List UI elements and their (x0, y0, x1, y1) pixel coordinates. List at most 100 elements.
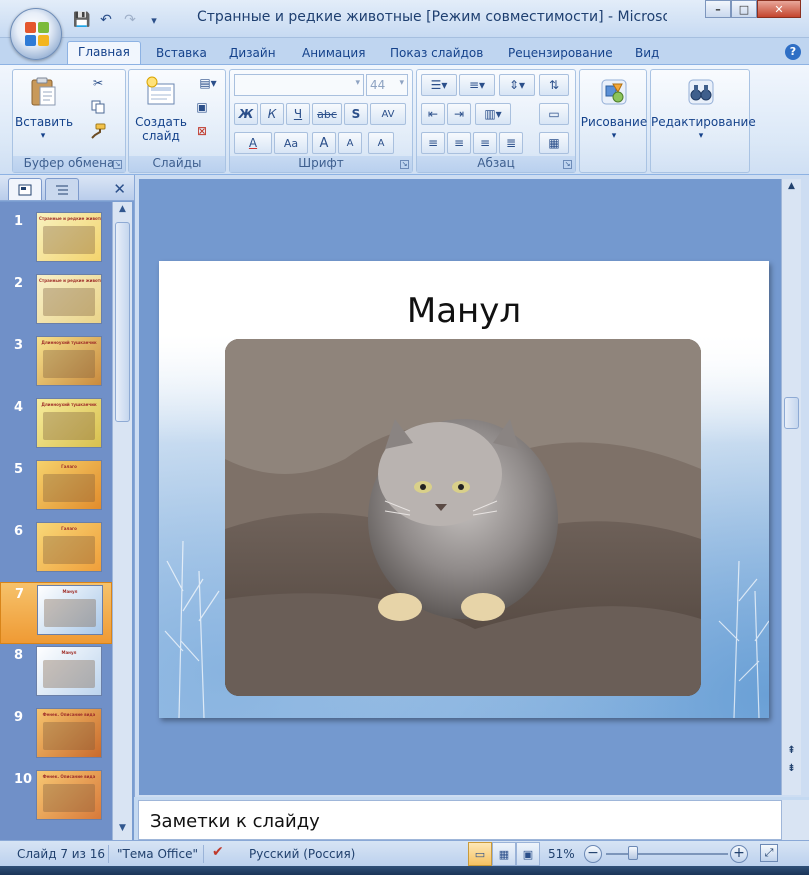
numbering-button[interactable]: ≡▾ (459, 74, 495, 96)
slide-thumbnail[interactable]: 8 Манул (0, 644, 112, 706)
normal-view-icon[interactable]: ▭ (468, 842, 492, 866)
drawing-button[interactable]: Рисование ▾ (580, 76, 648, 143)
font-launcher-icon[interactable]: ↘ (400, 160, 409, 169)
tab-view[interactable]: Вид (625, 43, 669, 64)
slide-thumbnail[interactable]: 3 Длинноухий тушканчик (0, 334, 112, 396)
cut-icon[interactable]: ✂ (89, 74, 107, 92)
slide-sorter-icon[interactable]: ▦ (492, 842, 516, 866)
bold-button[interactable]: Ж (234, 103, 258, 125)
tab-design[interactable]: Дизайн (219, 43, 286, 64)
fit-to-window-icon[interactable]: ⤢ (760, 844, 778, 862)
manul-photo[interactable] (225, 339, 701, 696)
thumbnail-body (43, 288, 95, 316)
clear-formatting-button[interactable]: A (368, 132, 394, 154)
scroll-up-icon[interactable]: ▲ (115, 204, 130, 219)
notes-pane[interactable]: Заметки к слайду (138, 800, 782, 840)
customize-qat-icon[interactable]: ▾ (144, 10, 164, 30)
zoom-slider-track[interactable] (606, 853, 728, 855)
theme-name[interactable]: "Тема Office" (117, 847, 198, 861)
slide-scrollbar[interactable]: ▲ ⇞ ⇟ (781, 179, 801, 795)
smartart-button[interactable]: ▦ (539, 132, 569, 154)
font-color-button[interactable]: A (234, 132, 272, 154)
ribbon: Вставить ▾ ✂ Буфер обмена ↘ Создать слай… (0, 64, 809, 175)
paragraph-group-label: Абзац (417, 156, 575, 172)
columns-button[interactable]: ▥▾ (475, 103, 511, 125)
outline-tab-icon[interactable] (45, 178, 79, 200)
slide-thumbnail[interactable]: 7 Манул (0, 582, 112, 644)
editing-button[interactable]: Редактирование ▾ (651, 76, 756, 143)
maximize-button[interactable]: □ (731, 0, 757, 18)
underline-button[interactable]: Ч (286, 103, 310, 125)
slide-thumbnail[interactable]: 5 Галаго (0, 458, 112, 520)
thumbnail-body (43, 784, 95, 812)
slide-title[interactable]: Манул (159, 291, 769, 331)
new-slide-icon (146, 76, 175, 105)
slide-thumbnail[interactable]: 10 Фенек. Описание вида (0, 768, 112, 830)
zoom-out-button[interactable]: − (584, 845, 602, 863)
text-direction-button[interactable]: ⇅ (539, 74, 569, 96)
align-left-button[interactable]: ≡ (421, 132, 445, 154)
reset-slide-icon[interactable]: ▣ (193, 98, 211, 116)
undo-icon[interactable]: ↶ (96, 10, 116, 30)
strikethrough-button[interactable]: abc (312, 103, 342, 125)
grow-font-button[interactable]: A (312, 132, 336, 154)
scroll-up-icon[interactable]: ▲ (784, 181, 799, 196)
spellcheck-icon[interactable]: ✔ (212, 844, 224, 860)
new-slide-button[interactable]: Создать слайд (131, 76, 191, 143)
delete-slide-icon[interactable]: ⊠ (193, 122, 211, 140)
align-center-button[interactable]: ≡ (447, 132, 471, 154)
tab-review[interactable]: Рецензирование (498, 43, 623, 64)
scroll-down-icon[interactable]: ▼ (115, 823, 130, 838)
notes-scrollbar[interactable] (782, 800, 809, 840)
copy-icon[interactable] (89, 98, 107, 116)
help-icon[interactable]: ? (785, 44, 801, 60)
office-button[interactable] (10, 8, 62, 60)
slide-thumbnail[interactable]: 9 Фенек. Описание вида (0, 706, 112, 768)
font-name-select[interactable]: ▾ (234, 74, 364, 96)
decrease-indent-button[interactable]: ⇤ (421, 103, 445, 125)
slide-thumbnail[interactable]: 4 Длинноухий тушканчик (0, 396, 112, 458)
tab-home[interactable]: Главная (67, 41, 141, 64)
next-slide-icon[interactable]: ⇟ (784, 763, 799, 778)
previous-slide-icon[interactable]: ⇞ (784, 745, 799, 760)
tab-slideshow[interactable]: Показ слайдов (380, 43, 493, 64)
close-button[interactable]: ✕ (757, 0, 801, 18)
paragraph-launcher-icon[interactable]: ↘ (563, 160, 572, 169)
slide-thumbnail[interactable]: 1 Странные и редкие животные (0, 210, 112, 272)
slide-thumbnail[interactable]: 2 Странные и редкие животные (0, 272, 112, 334)
slides-tab-icon[interactable] (8, 178, 42, 200)
paste-button[interactable]: Вставить ▾ (15, 76, 73, 143)
font-size-select[interactable]: 44 ▾ (366, 74, 408, 96)
tab-insert[interactable]: Вставка (146, 43, 217, 64)
line-spacing-button[interactable]: ⇕▾ (499, 74, 535, 96)
italic-button[interactable]: К (260, 103, 284, 125)
slide-thumbnail[interactable]: 6 Галаго (0, 520, 112, 582)
zoom-level[interactable]: 51% (548, 847, 575, 861)
zoom-in-button[interactable]: + (730, 845, 748, 863)
minimize-button[interactable]: – (705, 0, 731, 18)
redo-icon[interactable]: ↷ (120, 10, 140, 30)
format-painter-icon[interactable] (89, 122, 107, 140)
language-indicator[interactable]: Русский (Россия) (249, 847, 355, 861)
shadow-button[interactable]: S (344, 103, 368, 125)
zoom-slider-thumb[interactable] (628, 846, 638, 860)
save-icon[interactable]: 💾 (72, 10, 92, 30)
layout-icon[interactable]: ▤▾ (193, 74, 223, 92)
slideshow-view-icon[interactable]: ▣ (516, 842, 540, 866)
justify-button[interactable]: ≣ (499, 132, 523, 154)
scroll-thumb[interactable] (784, 397, 799, 429)
tab-animation[interactable]: Анимация (292, 43, 375, 64)
align-right-button[interactable]: ≡ (473, 132, 497, 154)
scroll-thumb[interactable] (115, 222, 130, 422)
bullets-button[interactable]: ☰▾ (421, 74, 457, 96)
align-text-button[interactable]: ▭ (539, 103, 569, 125)
change-case-button[interactable]: Aa (274, 132, 308, 154)
thumbnail-body (43, 536, 95, 564)
clipboard-launcher-icon[interactable]: ↘ (113, 160, 122, 169)
close-panel-icon[interactable]: ✕ (113, 180, 126, 198)
increase-indent-button[interactable]: ⇥ (447, 103, 471, 125)
thumbnail-scrollbar[interactable]: ▲ ▼ (112, 202, 132, 840)
shrink-font-button[interactable]: A (338, 132, 362, 154)
char-spacing-button[interactable]: AV (370, 103, 406, 125)
slide-canvas[interactable]: Манул (159, 261, 769, 718)
